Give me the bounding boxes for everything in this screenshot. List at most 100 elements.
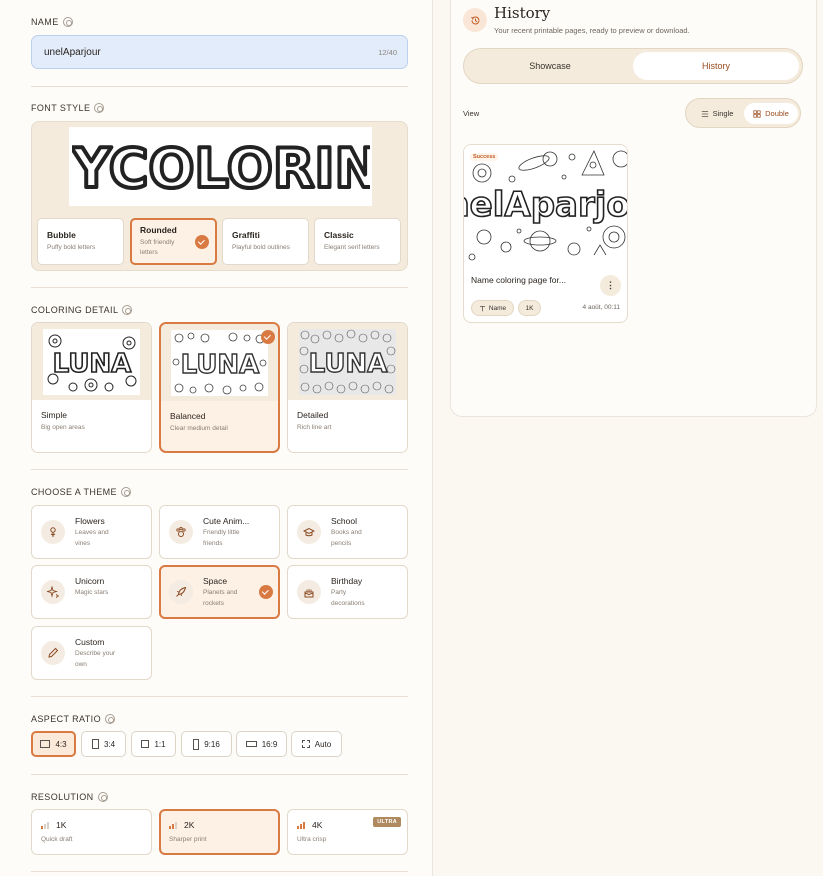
detail-option-detailed[interactable]: LUNA Detailed Rich line art [287, 322, 408, 453]
ratio-option-9-16[interactable]: 9:16 [181, 731, 232, 757]
detail-option-sub: Rich line art [297, 424, 332, 431]
name-field[interactable]: unelAparjour 12/40 [31, 35, 408, 69]
generator-panel: NAME unelAparjour 12/40 FONT STYLE MYCOL… [0, 0, 433, 876]
history-icon [463, 8, 487, 32]
font-option-graffiti[interactable]: Graffiti Playful bold outlines [222, 218, 309, 265]
detail-option-title: Detailed [297, 410, 329, 420]
theme-option-title: Cute Anim... [203, 516, 250, 526]
font-preview: MYCOLORING [69, 127, 372, 206]
ultra-badge: ULTRA [373, 817, 401, 827]
theme-option-cute-animals[interactable]: Cute Anim... Friendly little friends [159, 505, 280, 559]
theme-option-flowers[interactable]: Flowers Leaves and vines [31, 505, 152, 559]
theme-option-school[interactable]: School Books and pencils [287, 505, 408, 559]
view-single-label: Single [712, 109, 734, 118]
info-icon[interactable] [94, 103, 105, 113]
wide-frame-icon [245, 741, 257, 747]
tab-showcase[interactable]: Showcase [467, 52, 633, 80]
info-icon[interactable] [97, 792, 108, 802]
signal-bars-icon [169, 822, 177, 829]
view-single-button[interactable]: Single [691, 103, 743, 124]
ratio-label: 16:9 [261, 739, 278, 749]
font-option-rounded[interactable]: Rounded Soft friendly letters [130, 218, 217, 265]
name-section-label: NAME [31, 17, 73, 27]
detail-option-simple[interactable]: LUNA Simple Big open areas [31, 322, 152, 453]
pencil-icon [41, 641, 65, 665]
theme-option-title: Unicorn [75, 576, 105, 586]
info-icon[interactable] [62, 17, 73, 27]
divider [31, 774, 408, 775]
graduation-cap-icon [297, 520, 321, 544]
resolution-option-title: 4K [312, 820, 323, 830]
history-card-title: Name coloring page for... [471, 275, 566, 285]
font-option-title: Bubble [47, 230, 76, 240]
resolution-option-1k[interactable]: 1K Quick draft [31, 809, 152, 855]
theme-option-sub: Describe your own [75, 650, 116, 668]
ratio-option-4-3[interactable]: 4:3 [31, 731, 76, 757]
aspect-ratio-label: ASPECT RATIO [31, 714, 101, 724]
history-title: History [494, 4, 551, 22]
theme-option-birthday[interactable]: Birthday Party decorations [287, 565, 408, 619]
ratio-option-3-4[interactable]: 3:4 [81, 731, 126, 757]
portrait-frame-icon [91, 739, 99, 749]
theme-option-sub: Magic stars [75, 589, 109, 596]
info-icon[interactable] [104, 714, 115, 724]
ratio-option-16-9[interactable]: 16:9 [236, 731, 287, 757]
success-badge: Success [470, 153, 499, 161]
theme-option-sub: Party decorations [331, 589, 365, 607]
ratio-option-auto[interactable]: Auto [291, 731, 342, 757]
view-double-button[interactable]: Double [744, 103, 798, 124]
detail-thumb-frame: LUNA [288, 323, 407, 400]
history-card[interactable]: unelAparjour Success Name coloring page … [463, 144, 628, 323]
font-option-classic[interactable]: Classic Elegant serif letters [314, 218, 401, 265]
more-options-button[interactable]: ⋮ [600, 275, 621, 296]
resolution-option-title: 1K [56, 820, 67, 830]
resolution-option-2k[interactable]: 2K Sharper print [159, 809, 280, 855]
resolution-option-4k[interactable]: 4K Ultra crisp ULTRA [287, 809, 408, 855]
info-icon[interactable] [120, 487, 131, 497]
tab-history[interactable]: History [633, 52, 799, 80]
font-option-sub: Playful bold outlines [232, 244, 290, 251]
theme-option-custom[interactable]: Custom Describe your own [31, 626, 152, 680]
check-icon [261, 330, 275, 344]
font-option-sub: Puffy bold letters [47, 244, 96, 251]
name-value[interactable]: unelAparjour [44, 47, 101, 58]
detail-thumb-frame: LUNA [32, 323, 151, 400]
coloring-detail-section-label: COLORING DETAIL [31, 305, 133, 315]
font-option-title: Rounded [140, 225, 177, 235]
ratio-option-1-1[interactable]: 1:1 [131, 731, 176, 757]
ratio-label: 1:1 [154, 739, 166, 749]
font-option-sub: Elegant serif letters [324, 244, 380, 251]
cake-icon [297, 580, 321, 604]
detail-option-title: Balanced [170, 411, 206, 421]
text-icon [479, 305, 485, 311]
history-tabs: Showcase History [463, 48, 803, 84]
name-chip-label: Name [488, 304, 507, 312]
divider [31, 86, 408, 87]
font-style-box: MYCOLORING Bubble Puffy bold letters Rou… [31, 121, 408, 271]
landscape-frame-icon [40, 740, 51, 748]
font-style-section-label: FONT STYLE [31, 103, 105, 113]
detail-thumb: LUNA [171, 329, 268, 396]
info-icon[interactable] [122, 305, 133, 315]
name-char-count: 12/40 [378, 47, 397, 57]
theme-option-unicorn[interactable]: Unicorn Magic stars [31, 565, 152, 619]
detail-option-balanced[interactable]: LUNA Balanced Clear medium detail [159, 322, 280, 453]
history-card-date: 4 août, 00:11 [582, 304, 620, 311]
theme-option-title: Flowers [75, 516, 105, 526]
theme-option-space[interactable]: Space Planets and rockets [159, 565, 280, 619]
theme-option-title: Space [203, 576, 228, 586]
check-icon [195, 235, 209, 249]
coloring-detail-label: COLORING DETAIL [31, 305, 119, 315]
theme-option-sub: Friendly little friends [203, 529, 240, 547]
thumbnail-name-text: unelAparjour [464, 185, 628, 225]
resolution-section-label: RESOLUTION [31, 792, 108, 802]
divider [31, 469, 408, 470]
detail-preview-text: LUNA [53, 349, 132, 379]
font-option-title: Classic [324, 230, 354, 240]
detail-thumb: LUNA [299, 328, 396, 395]
coloring-page-thumbnail[interactable]: unelAparjour [464, 145, 628, 265]
ratio-label: 3:4 [103, 739, 116, 749]
resolution-option-sub: Sharper print [169, 836, 207, 843]
font-option-bubble[interactable]: Bubble Puffy bold letters [37, 218, 124, 265]
theme-option-title: School [331, 516, 357, 526]
